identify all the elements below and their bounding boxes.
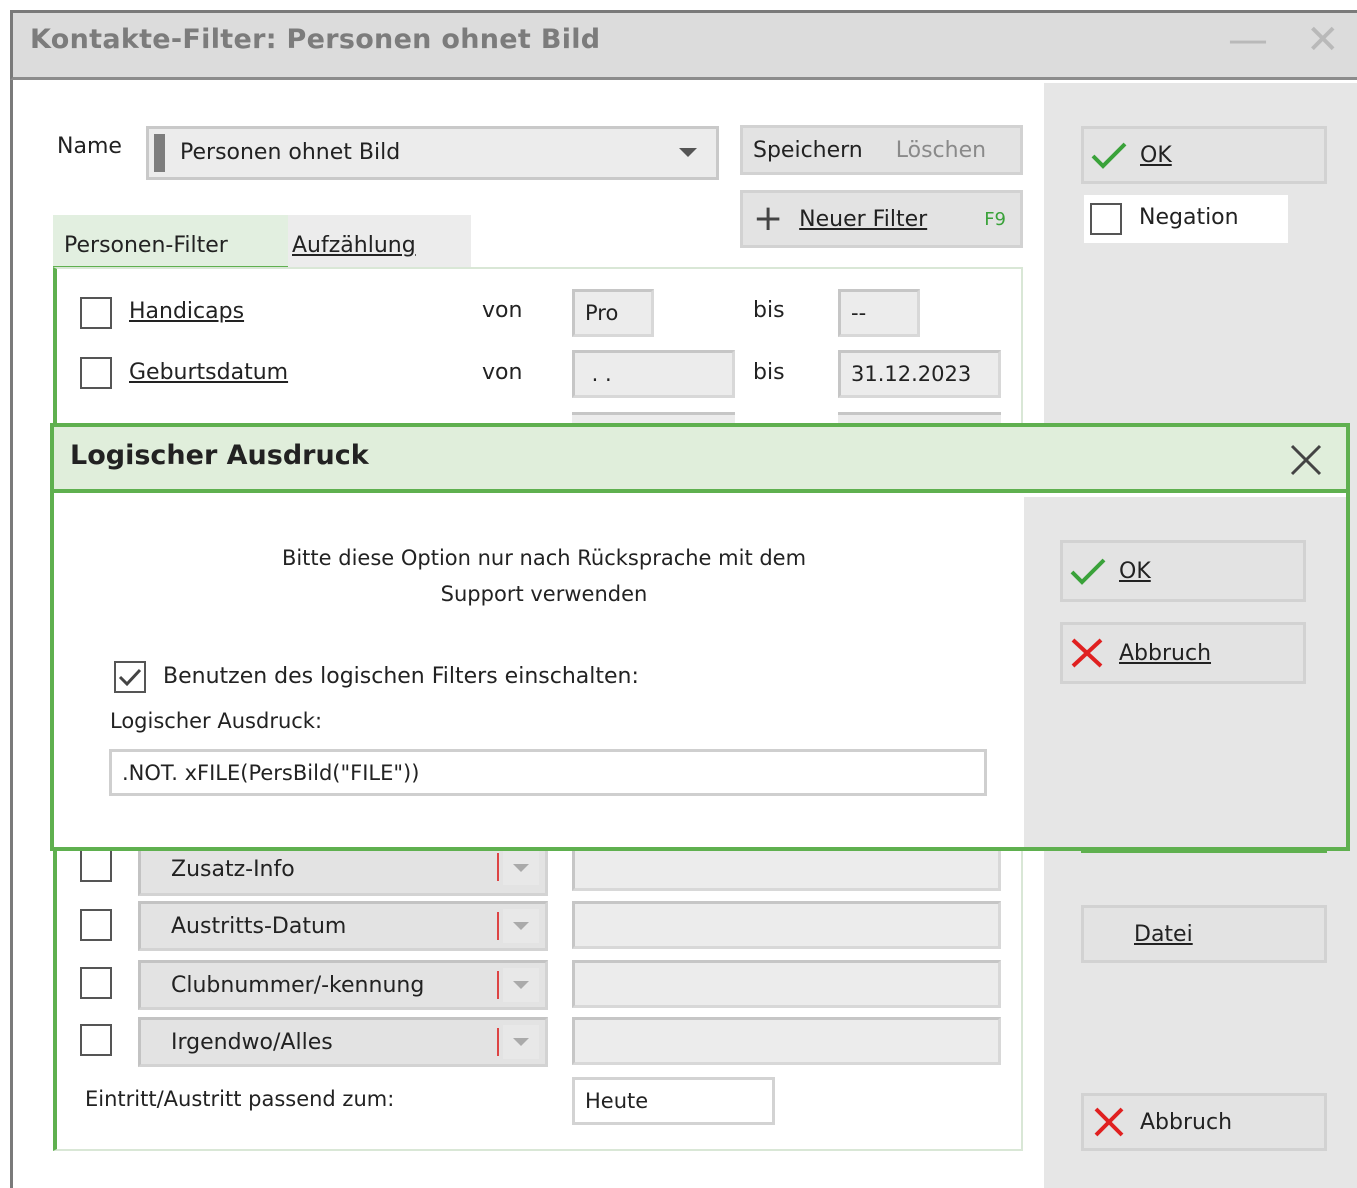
- checkmark-icon: [1091, 142, 1127, 169]
- datei-button[interactable]: Datei: [1081, 905, 1327, 963]
- von-label: von: [482, 360, 523, 385]
- new-filter-button[interactable]: + Neuer Filter F9: [740, 190, 1023, 248]
- combo-marker: [154, 134, 165, 172]
- chevron-down-icon[interactable]: [503, 909, 539, 943]
- combo-zusatz-info[interactable]: Zusatz-Info: [138, 851, 548, 896]
- save-button[interactable]: Speichern: [753, 138, 863, 163]
- name-combo[interactable]: Personen ohnet Bild: [146, 126, 719, 180]
- close-icon[interactable]: ✕: [1306, 20, 1340, 60]
- dialog-cancel-button[interactable]: Abbruch: [1060, 622, 1306, 684]
- row-checkbox[interactable]: [80, 909, 112, 941]
- delete-button[interactable]: Löschen: [896, 138, 986, 163]
- logic-filter-checkbox[interactable]: [114, 661, 146, 693]
- name-value: Personen ohnet Bild: [180, 140, 401, 165]
- handicaps-checkbox[interactable]: [80, 297, 112, 329]
- dialog-title: Logischer Ausdruck: [70, 440, 369, 471]
- handicap-bis-field[interactable]: --: [838, 289, 920, 337]
- tab-label: Aufzählung: [292, 233, 416, 258]
- geburtsdatum-checkbox[interactable]: [80, 357, 112, 389]
- tab-aufzaehlung[interactable]: Aufzählung: [292, 233, 416, 258]
- cancel-button[interactable]: Abbruch: [1081, 1093, 1327, 1151]
- eintritt-field[interactable]: Heute: [572, 1077, 775, 1125]
- bis-label: bis: [753, 298, 785, 323]
- name-label: Name: [57, 134, 122, 159]
- dialog-ok-button[interactable]: OK: [1060, 540, 1306, 602]
- dialog-close-icon[interactable]: [1289, 443, 1323, 477]
- value-field[interactable]: [572, 851, 1001, 891]
- row-checkbox[interactable]: [80, 967, 112, 999]
- minimize-icon[interactable]: —: [1228, 20, 1268, 60]
- combo-irgendwo[interactable]: Irgendwo/Alles: [138, 1017, 548, 1067]
- combo-marker: [497, 853, 500, 881]
- negation-checkbox[interactable]: [1090, 203, 1122, 235]
- geburtsdatum-label: Geburtsdatum: [129, 360, 289, 385]
- eintritt-label: Eintritt/Austritt passend zum:: [85, 1087, 395, 1111]
- combo-marker: [497, 971, 500, 999]
- geburtsdatum-bis-field[interactable]: 31.12.2023: [838, 350, 1001, 398]
- cancel-x-icon: [1071, 638, 1103, 668]
- handicaps-label: Handicaps: [129, 299, 245, 324]
- value-field[interactable]: [572, 960, 1001, 1008]
- combo-label: Austritts-Datum: [171, 914, 347, 939]
- tab-label: Personen-Filter: [64, 233, 228, 258]
- negation-label: Negation: [1139, 205, 1239, 230]
- combo-marker: [497, 912, 500, 940]
- new-filter-label: Neuer Filter: [799, 206, 928, 232]
- von-label: von: [482, 298, 523, 323]
- chevron-down-icon[interactable]: [503, 851, 539, 885]
- handicap-von-field[interactable]: Pro: [572, 289, 654, 337]
- checkmark-icon: [1070, 558, 1106, 585]
- geburtsdatum-von-field[interactable]: . .: [572, 350, 735, 398]
- combo-label: Zusatz-Info: [171, 857, 295, 882]
- save-delete-group: Speichern Löschen: [740, 125, 1023, 175]
- row-checkbox[interactable]: [80, 851, 112, 882]
- plus-icon: +: [753, 198, 784, 239]
- expression-input[interactable]: .NOT. xFILE(PersBild("FILE")): [109, 749, 987, 796]
- shortcut-hint: F9: [984, 208, 1006, 230]
- dialog-message-line: Bitte diese Option nur nach Rücksprache …: [281, 546, 807, 570]
- chevron-down-icon[interactable]: [503, 968, 539, 1002]
- chevron-down-icon[interactable]: [679, 148, 697, 157]
- checkmark-icon: [118, 668, 142, 687]
- ok-button[interactable]: OK: [1081, 126, 1327, 184]
- combo-label: Clubnummer/-kennung: [171, 973, 425, 998]
- ok-label: OK: [1140, 142, 1172, 168]
- bis-label: bis: [753, 360, 785, 385]
- expression-label: Logischer Ausdruck:: [110, 709, 323, 733]
- tab-personen-filter[interactable]: Personen-Filter: [53, 215, 288, 270]
- dialog-ok-label: OK: [1119, 558, 1151, 584]
- value-field[interactable]: [572, 1017, 1001, 1065]
- window-title: Kontakte-Filter: Personen ohnet Bild: [30, 24, 601, 55]
- combo-label: Irgendwo/Alles: [171, 1030, 333, 1055]
- dialog-message-line: Support verwenden: [440, 582, 648, 606]
- cancel-x-icon: [1094, 1107, 1124, 1137]
- combo-marker: [497, 1028, 500, 1056]
- cancel-label: Abbruch: [1140, 1109, 1233, 1135]
- combo-austritts-datum[interactable]: Austritts-Datum: [138, 901, 548, 951]
- dialog-message: Bitte diese Option nur nach Rücksprache …: [54, 540, 1034, 612]
- datei-label: Datei: [1134, 921, 1193, 947]
- row-checkbox[interactable]: [80, 1024, 112, 1056]
- logic-filter-label: Benutzen des logischen Filters einschalt…: [163, 664, 639, 689]
- dialog-cancel-label: Abbruch: [1119, 640, 1212, 666]
- chevron-down-icon[interactable]: [503, 1025, 539, 1059]
- logic-filter-label-text: Benutzen des logischen Filters einschalt…: [163, 664, 639, 689]
- value-field[interactable]: [572, 901, 1001, 949]
- combo-clubnummer[interactable]: Clubnummer/-kennung: [138, 960, 548, 1010]
